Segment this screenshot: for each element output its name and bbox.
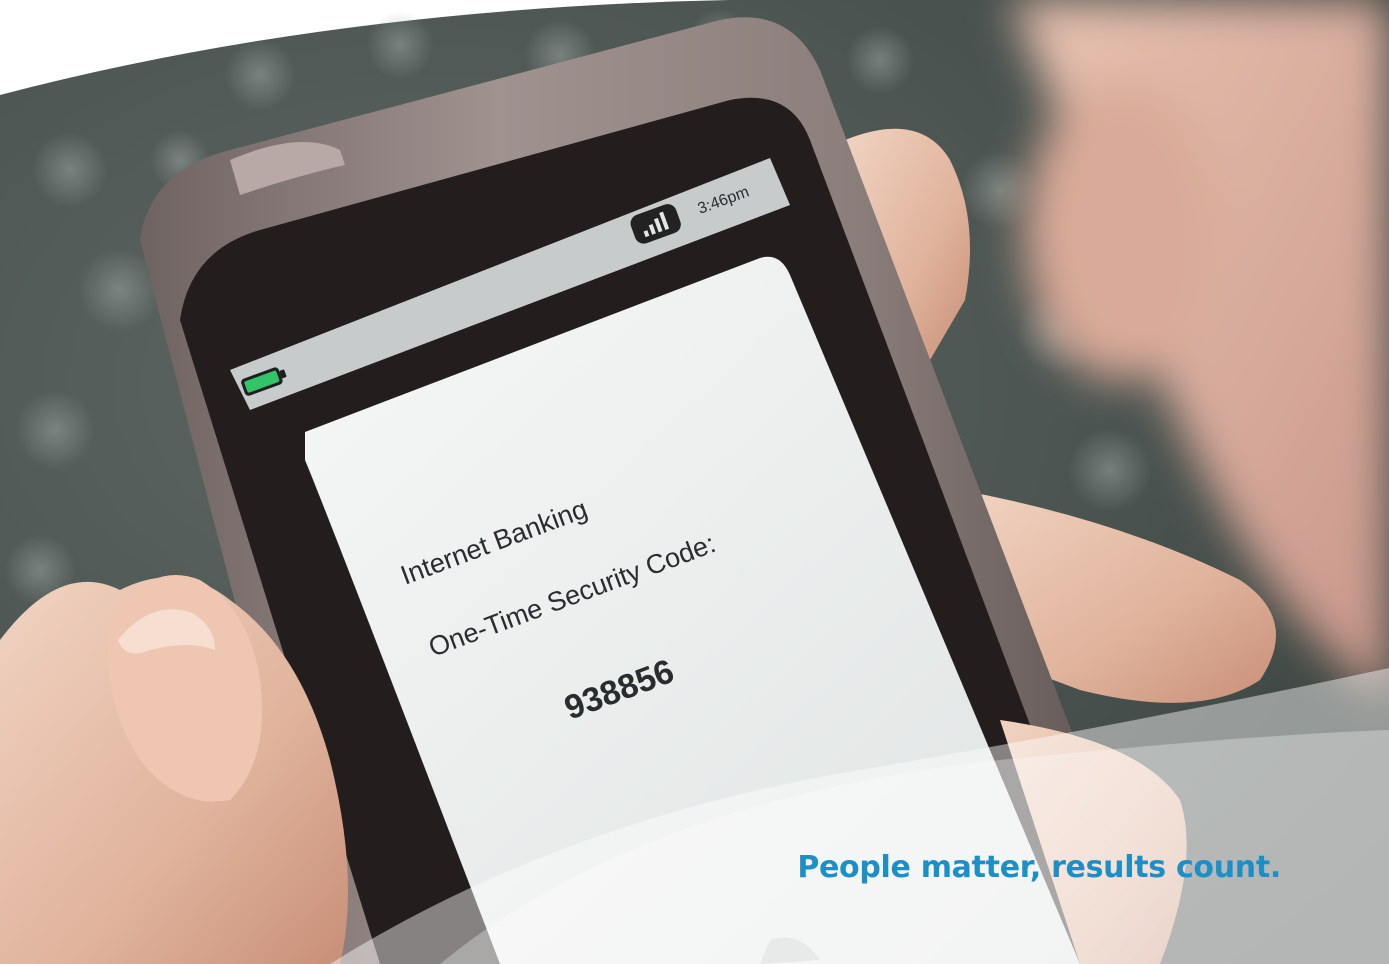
photo-illustration: 3:46pm Internet Banking One-Time Securit… bbox=[0, 0, 1389, 964]
banking-photo-scene: 3:46pm Internet Banking One-Time Securit… bbox=[0, 0, 1389, 964]
tagline: People matter, results count. bbox=[797, 850, 1281, 885]
